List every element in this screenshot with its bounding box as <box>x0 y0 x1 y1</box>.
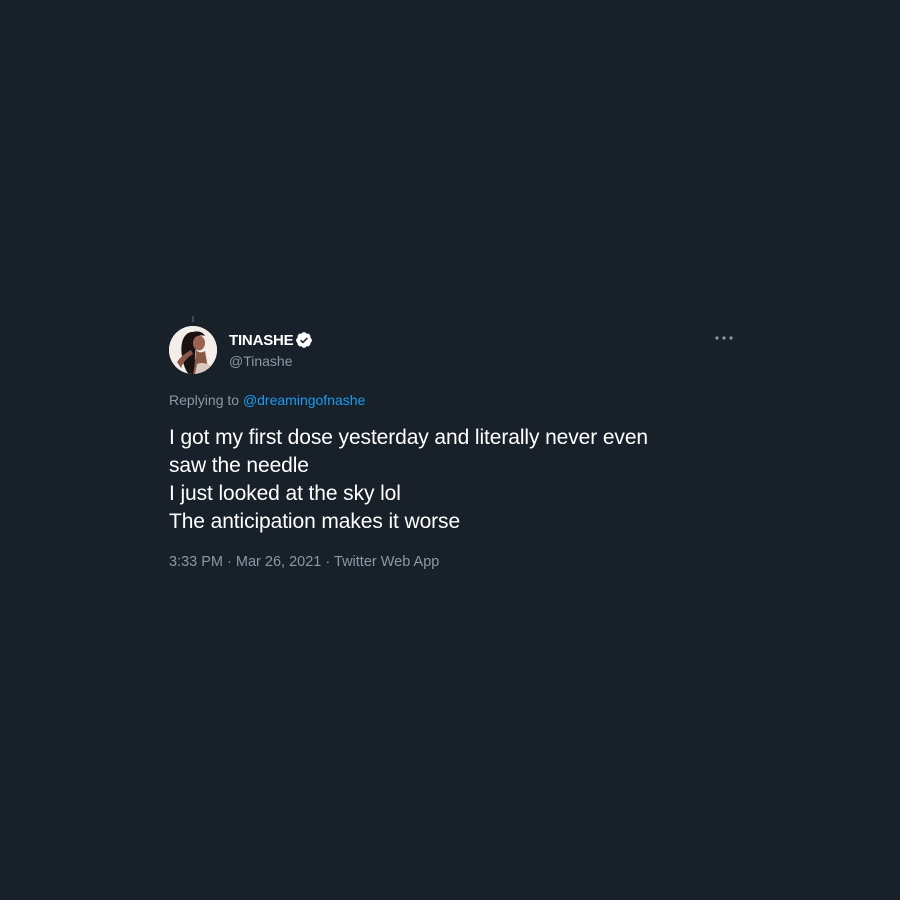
user-handle[interactable]: @Tinashe <box>229 353 313 369</box>
more-options-icon[interactable] <box>713 332 735 344</box>
avatar[interactable] <box>169 326 217 374</box>
meta-separator: · <box>325 554 331 570</box>
tweet-text-line: The anticipation makes it worse <box>169 510 461 533</box>
tweet-date[interactable]: Mar 26, 2021 <box>236 554 321 570</box>
replying-to-line: Replying to @dreamingofnashe <box>169 392 735 410</box>
replying-to-mention[interactable]: @dreamingofnashe <box>243 392 365 408</box>
tweet-text: I got my first dose yesterday and litera… <box>169 424 735 536</box>
verified-badge-icon <box>296 332 313 348</box>
tweet-text-line: saw the needle <box>169 454 309 477</box>
tweet-page: TINASHE @Tinashe Replying to @dreamingof… <box>0 0 900 900</box>
tweet-text-line: I got my first dose yesterday and litera… <box>169 426 648 449</box>
tweet-header: TINASHE @Tinashe <box>169 318 735 376</box>
name-row: TINASHE <box>229 330 313 350</box>
replying-prefix: Replying to <box>169 392 240 408</box>
tweet-metadata: 3:33 PM · Mar 26, 2021 · Twitter Web App <box>169 554 735 570</box>
display-name[interactable]: TINASHE <box>229 332 294 349</box>
meta-separator: · <box>227 554 232 570</box>
author-block: TINASHE @Tinashe <box>229 330 313 369</box>
tweet-time[interactable]: 3:33 PM <box>169 554 223 570</box>
tweet-card: TINASHE @Tinashe Replying to @dreamingof… <box>169 316 735 570</box>
tweet-source[interactable]: Twitter Web App <box>334 554 439 570</box>
tweet-text-line: I just looked at the sky lol <box>169 482 401 505</box>
avatar-photo-icon <box>169 326 217 374</box>
